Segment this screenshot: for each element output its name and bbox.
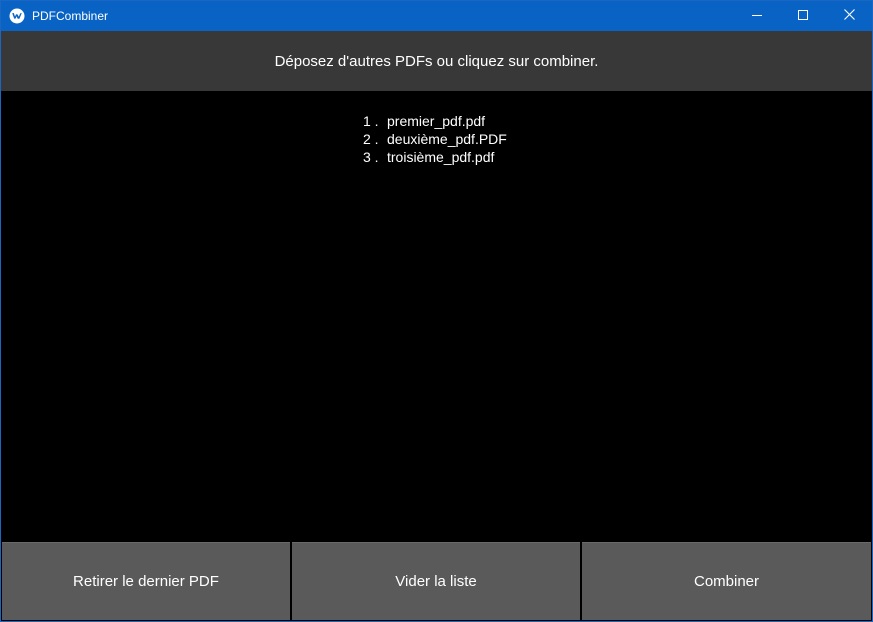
window-controls <box>734 1 872 31</box>
list-item-filename: premier_pdf.pdf <box>387 113 486 129</box>
list-item-number: 2 . <box>363 131 379 147</box>
minimize-button[interactable] <box>734 1 780 31</box>
maximize-icon <box>798 7 808 25</box>
remove-last-pdf-button[interactable]: Retirer le dernier PDF <box>2 542 290 620</box>
maximize-button[interactable] <box>780 1 826 31</box>
list-item-filename: deuxième_pdf.PDF <box>387 131 507 147</box>
status-header: Déposez d'autres PDFs ou cliquez sur com… <box>1 31 872 91</box>
pdf-drop-area[interactable]: 1 . premier_pdf.pdf 2 . deuxième_pdf.PDF… <box>1 91 872 541</box>
pdf-file-list: 1 . premier_pdf.pdf 2 . deuxième_pdf.PDF… <box>363 112 507 166</box>
status-message: Déposez d'autres PDFs ou cliquez sur com… <box>274 52 599 70</box>
list-item-number: 3 . <box>363 149 379 165</box>
clear-list-button[interactable]: Vider la liste <box>292 542 580 620</box>
minimize-icon <box>752 7 762 25</box>
title-bar[interactable]: PDFCombiner <box>1 1 872 31</box>
kivy-logo-icon <box>9 8 25 24</box>
action-bar: Retirer le dernier PDF Vider la liste Co… <box>1 541 872 621</box>
window-title: PDFCombiner <box>32 9 109 23</box>
list-item-number: 1 . <box>363 113 379 129</box>
close-button[interactable] <box>826 1 872 31</box>
list-item-filename: troisième_pdf.pdf <box>387 149 495 165</box>
app-window: PDFCombiner Déposez d'autres PDFs ou cli… <box>0 0 873 622</box>
list-item: 1 . premier_pdf.pdf <box>363 112 507 130</box>
close-icon <box>843 7 855 25</box>
list-item: 2 . deuxième_pdf.PDF <box>363 130 507 148</box>
combine-button[interactable]: Combiner <box>582 542 871 620</box>
list-item: 3 . troisième_pdf.pdf <box>363 148 507 166</box>
